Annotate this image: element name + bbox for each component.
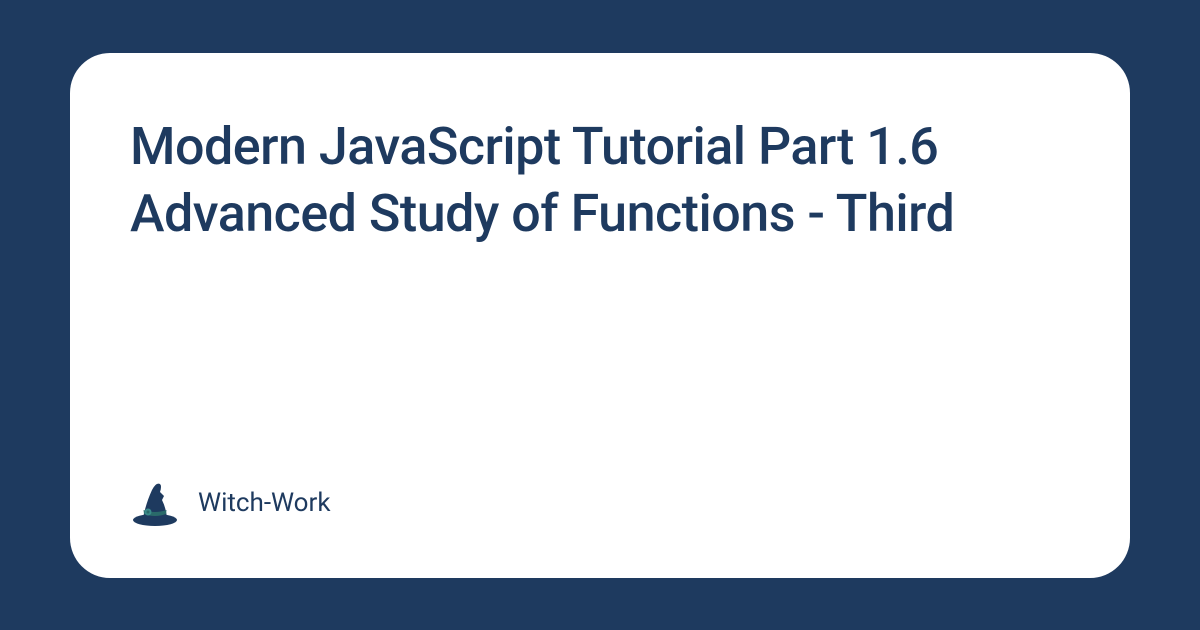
brand-label: Witch-Work [198, 488, 331, 518]
card-title: Modern JavaScript Tutorial Part 1.6 Adva… [130, 113, 1070, 248]
social-card: Modern JavaScript Tutorial Part 1.6 Adva… [70, 53, 1130, 578]
card-footer: Witch-Work [130, 478, 1070, 528]
witch-hat-icon [130, 478, 180, 528]
